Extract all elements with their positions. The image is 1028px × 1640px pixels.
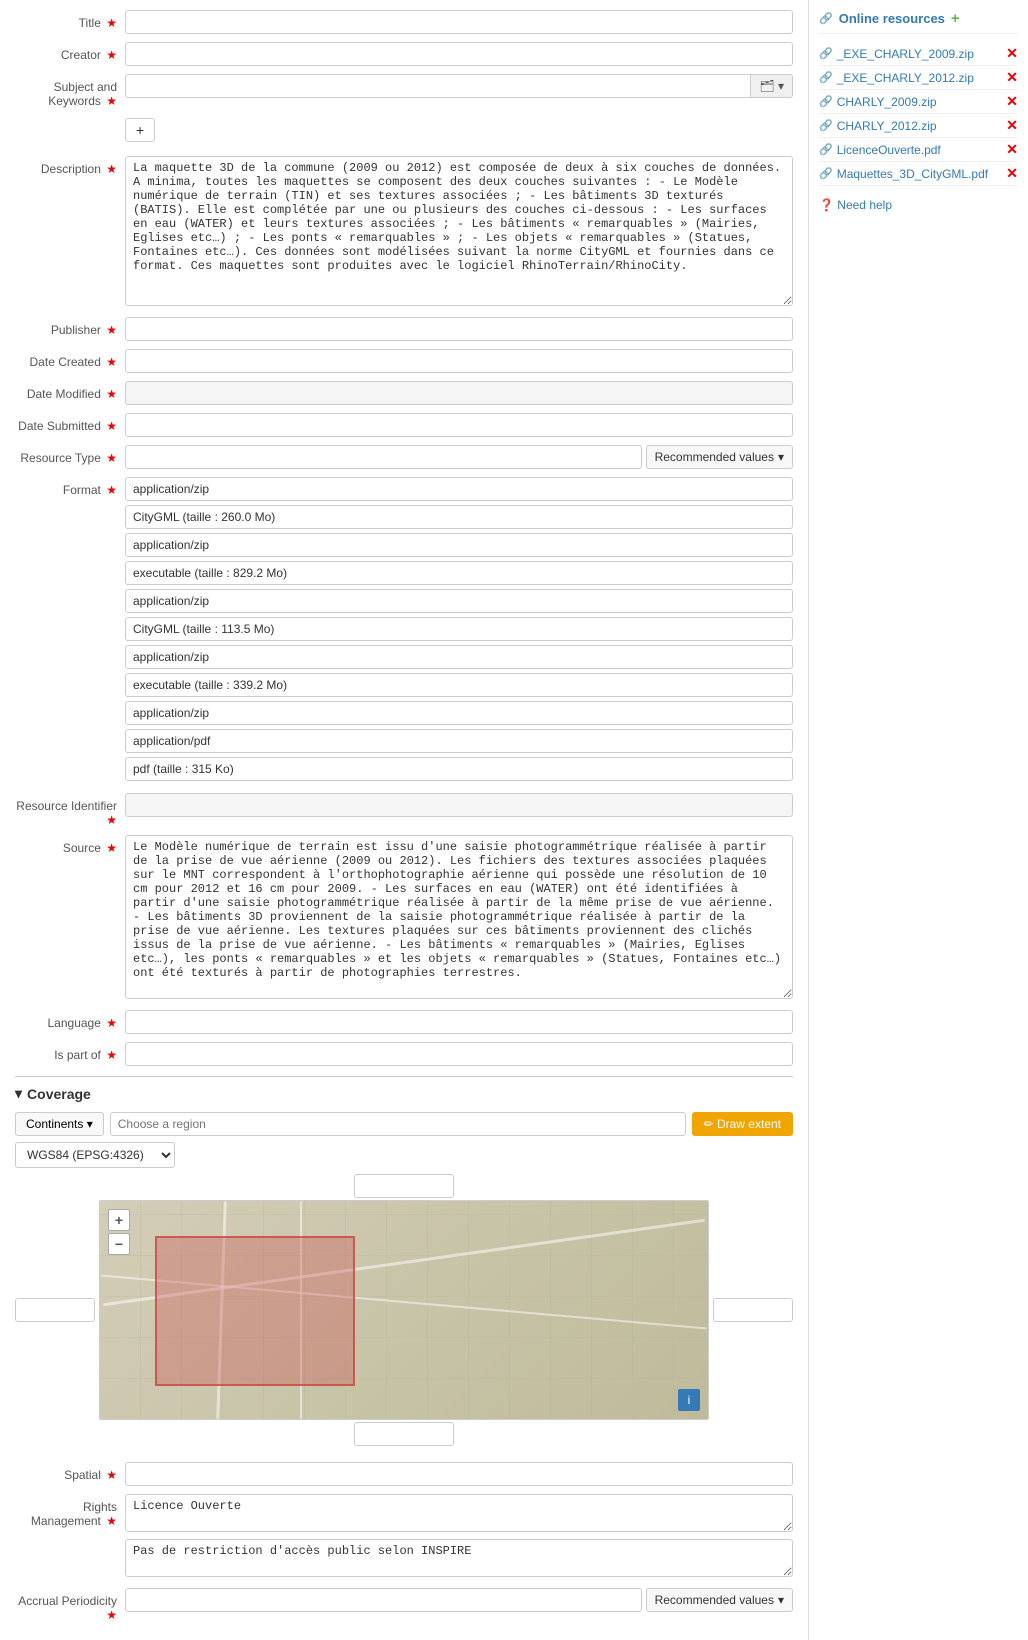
creator-label: Creator ★ [15, 42, 125, 62]
resource-list: 🔗 _EXE_CHARLY_2009.zip ✕ 🔗 _EXE_CHARLY_2… [819, 42, 1018, 186]
add-resource-button[interactable]: + [951, 10, 960, 27]
map-zoom-in-button[interactable]: + [108, 1209, 130, 1231]
draw-extent-button[interactable]: ✏ Draw extent [692, 1112, 793, 1136]
map-view: + − i [99, 1200, 709, 1420]
resource-identifier-label: Resource Identifier ★ [15, 793, 125, 827]
source-textarea[interactable]: Le Modèle numérique de terrain est issu … [125, 835, 793, 999]
resource-type-input[interactable]: nonGeographicDataset [125, 445, 642, 469]
resource-link-icon-5: 🔗 [819, 167, 833, 180]
resource-link-icon-0: 🔗 [819, 47, 833, 60]
resource-identifier-input[interactable]: a806d3e1-c240-43a9-bbc3-643e8c93b10d [125, 793, 793, 817]
recommended-values-button[interactable]: Recommended values ▾ [646, 445, 793, 469]
publisher-input[interactable]: Métropole de Lyon / Direction Innovation… [125, 317, 793, 341]
date-submitted-input[interactable]: 23/01/2015 [125, 413, 793, 437]
accrual-input[interactable]: Irregular [125, 1588, 642, 1612]
resource-item: 🔗 Maquettes_3D_CityGML.pdf ✕ [819, 162, 1018, 186]
subject-input[interactable]: Localisation [125, 74, 751, 98]
resource-name-3[interactable]: CHARLY_2012.zip [837, 119, 937, 133]
rights-input-1[interactable]: Licence Ouverte [125, 1494, 793, 1532]
coord-west-input[interactable]: 4.768 [15, 1298, 95, 1322]
rights-management-label: Rights Management ★ [15, 1494, 125, 1528]
question-icon: ❓ [819, 198, 834, 212]
rights-input-2[interactable]: Pas de restriction d'accès public selon … [125, 1539, 793, 1577]
resource-name-2[interactable]: CHARLY_2009.zip [837, 95, 937, 109]
crs-select[interactable]: WGS84 (EPSG:4326) [15, 1142, 175, 1168]
resource-name-1[interactable]: _EXE_CHARLY_2012.zip [837, 71, 974, 85]
resource-name-5[interactable]: Maquettes_3D_CityGML.pdf [837, 167, 988, 181]
resource-link-icon-1: 🔗 [819, 71, 833, 84]
region-input[interactable] [110, 1112, 686, 1136]
creator-input[interactable]: Métropole de Lyon / Direction Innovation… [125, 42, 793, 66]
format-input-2[interactable] [125, 533, 793, 557]
resource-link-icon-2: 🔗 [819, 95, 833, 108]
continent-dropdown[interactable]: Continents ▾ [15, 1112, 104, 1136]
date-modified-input[interactable]: 2016-02-03T21:33:45 [125, 381, 793, 405]
format-input-0[interactable] [125, 477, 793, 501]
link-icon: 🔗 [819, 12, 833, 25]
coord-east-input[interactable]: 4.805 [713, 1298, 793, 1322]
format-input-3[interactable] [125, 561, 793, 585]
date-created-label: Date Created ★ [15, 349, 125, 369]
resource-item: 🔗 CHARLY_2009.zip ✕ [819, 90, 1018, 114]
resource-item: 🔗 _EXE_CHARLY_2012.zip ✕ [819, 66, 1018, 90]
online-resources-title: 🔗 Online resources + [819, 10, 1018, 34]
delete-resource-3[interactable]: ✕ [1006, 117, 1018, 134]
coord-south-input[interactable]: 45.635 [354, 1422, 454, 1446]
resource-type-label: Resource Type ★ [15, 445, 125, 465]
delete-resource-4[interactable]: ✕ [1006, 141, 1018, 158]
resource-name-4[interactable]: LicenceOuverte.pdf [837, 143, 941, 157]
title-required: ★ [106, 16, 117, 30]
date-created-input[interactable]: 19/12/2014 [125, 349, 793, 373]
resource-name-0[interactable]: _EXE_CHARLY_2009.zip [837, 47, 974, 61]
coord-north-input[interactable]: 45.668 [354, 1174, 454, 1198]
title-label: Title ★ [15, 10, 125, 30]
date-submitted-label: Date Submitted ★ [15, 413, 125, 433]
accrual-recommended-button[interactable]: Recommended values ▾ [646, 1588, 793, 1612]
coverage-arrow-icon: ▾ [15, 1085, 22, 1102]
language-label: Language ★ [15, 1010, 125, 1030]
accrual-label: Accrual Periodicity ★ [15, 1588, 125, 1622]
is-part-of-input[interactable]: 8017c69a-5b17-404f-acdd-d9c37a0afac4 [125, 1042, 793, 1066]
delete-resource-0[interactable]: ✕ [1006, 45, 1018, 62]
subject-icon-btn[interactable]: 🗂 ▾ [751, 74, 793, 98]
format-label: Format ★ [15, 477, 125, 497]
format-input-10[interactable] [125, 757, 793, 781]
source-label: Source ★ [15, 835, 125, 855]
spatial-label: Spatial ★ [15, 1462, 125, 1482]
need-help-link[interactable]: ❓ Need help [819, 198, 1018, 212]
spatial-input[interactable]: RGF93 / CC46 (EPSG:3946) [125, 1462, 793, 1486]
coverage-section-title[interactable]: ▾ Coverage [15, 1085, 793, 1102]
is-part-of-label: Is part of ★ [15, 1042, 125, 1062]
subject-label: Subject and Keywords ★ [15, 74, 125, 108]
map-selection-box [155, 1236, 355, 1386]
delete-resource-1[interactable]: ✕ [1006, 69, 1018, 86]
format-input-7[interactable] [125, 673, 793, 697]
add-keyword-button[interactable]: + [125, 118, 155, 142]
map-zoom-out-button[interactable]: − [108, 1233, 130, 1255]
resource-link-icon-3: 🔗 [819, 119, 833, 132]
resource-item: 🔗 CHARLY_2012.zip ✕ [819, 114, 1018, 138]
delete-resource-2[interactable]: ✕ [1006, 93, 1018, 110]
delete-resource-5[interactable]: ✕ [1006, 165, 1018, 182]
format-input-6[interactable] [125, 645, 793, 669]
description-textarea[interactable]: La maquette 3D de la commune (2009 ou 20… [125, 156, 793, 306]
format-input-8[interactable] [125, 701, 793, 725]
format-input-1[interactable] [125, 505, 793, 529]
map-info-button[interactable]: i [678, 1389, 700, 1411]
publisher-label: Publisher ★ [15, 317, 125, 337]
resource-link-icon-4: 🔗 [819, 143, 833, 156]
resource-item: 🔗 _EXE_CHARLY_2009.zip ✕ [819, 42, 1018, 66]
date-modified-label: Date Modified ★ [15, 381, 125, 401]
title-input[interactable]: Maquette 3D texturée de la commune de Ch… [125, 10, 793, 34]
format-input-4[interactable] [125, 589, 793, 613]
resource-item: 🔗 LicenceOuverte.pdf ✕ [819, 138, 1018, 162]
format-input-5[interactable] [125, 617, 793, 641]
description-label: Description ★ [15, 156, 125, 176]
format-input-9[interactable] [125, 729, 793, 753]
language-input[interactable]: fre [125, 1010, 793, 1034]
